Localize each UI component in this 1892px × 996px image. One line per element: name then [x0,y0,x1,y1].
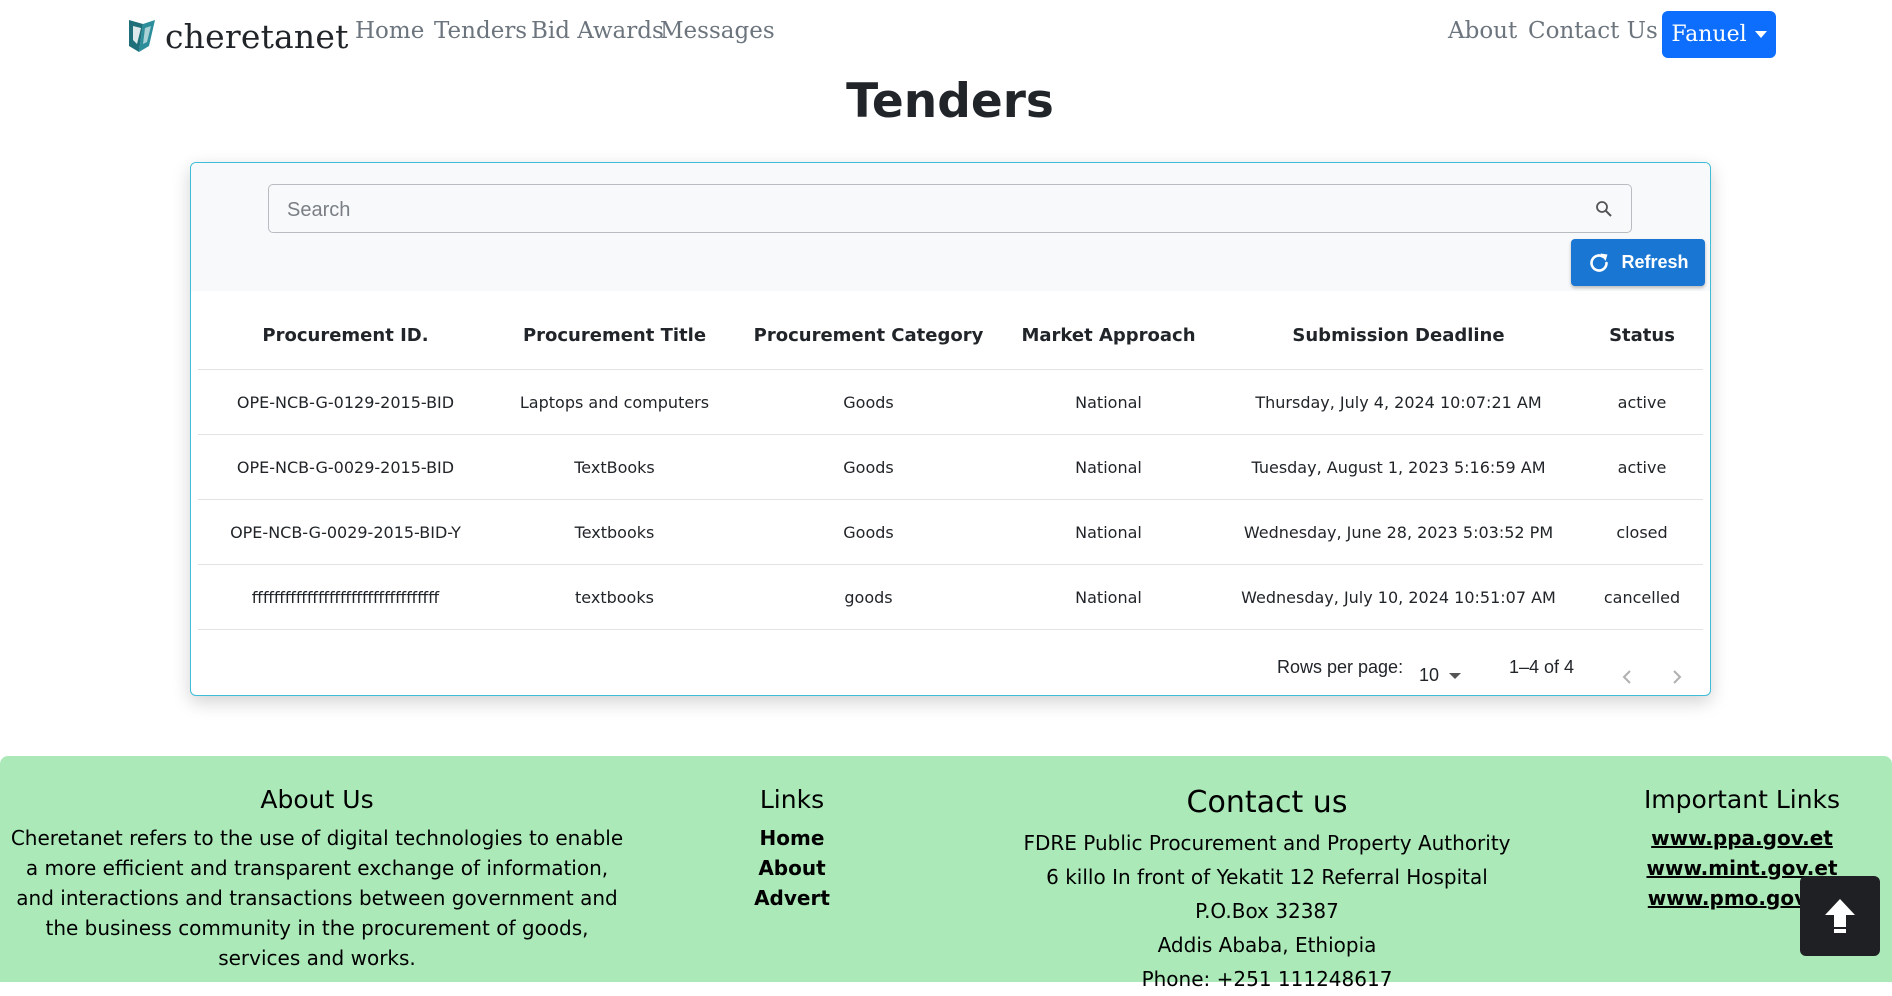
cell-procurement-id: ffffffffffffffffffffffffffffffffff [251,587,440,607]
cell-procurement-title: TextBooks [574,457,655,477]
column-header-procurement-id[interactable]: Procurement ID. [198,301,493,369]
cell-market-approach: National [1075,457,1142,477]
user-dropdown-button[interactable]: Fanuel [1662,11,1776,58]
nav-home[interactable]: Home [355,18,424,44]
cell-submission-deadline: Tuesday, August 1, 2023 5:16:59 AM [1251,457,1546,477]
nav-contact-us[interactable]: Contact Us [1528,18,1658,44]
search-input[interactable] [285,195,1569,225]
refresh-icon [1590,253,1609,272]
footer-important-links-title: Important Links [1643,785,1841,814]
column-header-status[interactable]: Status [1581,301,1703,369]
cell-procurement-title: Laptops and computers [519,392,710,412]
footer-contact-title: Contact us [1186,785,1348,820]
footer: About Us Cheretanet refers to the use of… [0,756,1892,991]
brand-name: cheretanet [165,17,349,56]
table-row[interactable]: OPE-NCB-G-0029-2015-BID TextBooks Goods … [198,435,1703,500]
pagination-range: 1–4 of 4 [1509,657,1575,677]
scroll-to-top-button[interactable] [1800,876,1880,956]
tenders-table: Procurement ID. Procurement Title Procur… [198,301,1703,630]
cell-procurement-id: OPE-NCB-G-0129-2015-BID [236,392,455,412]
cell-procurement-category: Goods [843,392,894,412]
cell-procurement-id: OPE-NCB-G-0029-2015-BID [236,457,455,477]
footer-links-title: Links [759,785,825,814]
contact-po-box: P.O.Box 32387 [1195,899,1339,923]
cell-submission-deadline: Wednesday, June 28, 2023 5:03:52 PM [1243,522,1554,542]
refresh-button[interactable]: Refresh [1571,239,1705,286]
footer-about-title: About Us [260,785,374,814]
cell-procurement-title: textbooks [575,587,654,607]
contact-city: Addis Ababa, Ethiopia [1157,933,1377,957]
contact-phone: Phone: +251 111248617 [1141,967,1393,991]
table-row[interactable]: OPE-NCB-G-0029-2015-BID-Y Textbooks Good… [198,500,1703,565]
caret-down-icon [1754,31,1767,38]
rows-per-page-label: Rows per page: [1277,657,1404,677]
footer-links-section: Links Home About Advert [692,756,892,913]
cell-procurement-id: OPE-NCB-G-0029-2015-BID-Y [230,522,461,542]
refresh-label: Refresh [1621,252,1689,272]
column-header-procurement-title[interactable]: Procurement Title [493,301,736,369]
brand-logo-link[interactable]: cheretanet [127,17,349,56]
user-name: Fanuel [1671,22,1747,47]
table-pagination: Rows per page: 10 1–4 of 4 [191,657,1710,695]
cell-submission-deadline: Wednesday, July 10, 2024 10:51:07 AM [1241,587,1556,607]
nav-tenders[interactable]: Tenders [434,18,527,44]
table-row[interactable]: ffffffffffffffffffffffffffffffffff textb… [198,565,1703,630]
search-box[interactable] [268,184,1632,233]
cell-status: active [1617,392,1667,412]
cell-procurement-category: Goods [843,522,894,542]
card-toolbar: Refresh [191,163,1710,291]
table-row[interactable]: OPE-NCB-G-0129-2015-BID Laptops and comp… [198,370,1703,435]
cell-status: closed [1616,522,1668,542]
cell-submission-deadline: Thursday, July 4, 2024 10:07:21 AM [1255,392,1542,412]
cell-procurement-title: Textbooks [574,522,655,542]
cell-market-approach: National [1075,522,1142,542]
cheretanet-logo-icon [129,19,155,52]
search-icon[interactable] [1595,200,1613,218]
column-header-submission-deadline[interactable]: Submission Deadline [1216,301,1581,369]
arrow-up-icon [1825,899,1855,933]
footer-link-about[interactable]: About [692,853,892,883]
column-header-procurement-category[interactable]: Procurement Category [736,301,1001,369]
rows-per-page-select[interactable]: 10 [1419,665,1462,686]
cell-procurement-category: goods [844,587,893,607]
footer-link-home[interactable]: Home [692,823,892,853]
column-header-market-approach[interactable]: Market Approach [1001,301,1216,369]
caret-down-icon [1449,672,1462,679]
cell-procurement-category: Goods [843,457,894,477]
nav-messages[interactable]: Messages [660,18,775,44]
cell-status: active [1617,457,1667,477]
chevron-left-icon [1622,670,1631,684]
tenders-card: Refresh Procurement ID. Procurement Titl… [190,162,1711,696]
rows-per-page-value: 10 [1419,665,1440,685]
next-page-button[interactable] [1662,662,1692,692]
previous-page-button[interactable] [1612,662,1642,692]
table-header-row: Procurement ID. Procurement Title Procur… [198,301,1703,370]
cell-status: cancelled [1603,587,1681,607]
important-link-ppa[interactable]: www.ppa.gov.et [1600,823,1884,853]
footer-link-advert[interactable]: Advert [692,883,892,913]
footer-about-section: About Us Cheretanet refers to the use of… [8,756,626,973]
footer-about-text: Cheretanet refers to the use of digital … [10,826,624,970]
cell-market-approach: National [1075,587,1142,607]
chevron-right-icon [1673,670,1682,684]
footer-contact-section: Contact us FDRE Public Procurement and P… [1000,756,1534,996]
navbar: cheretanet Home Tenders Bid Awards Messa… [0,0,1892,70]
cell-market-approach: National [1075,392,1142,412]
contact-address: 6 killo In front of Yekatit 12 Referral … [1046,865,1488,889]
nav-bid-awards[interactable]: Bid Awards [531,18,664,44]
page-title: Tenders [846,74,1054,129]
nav-about[interactable]: About [1448,18,1517,44]
contact-organization: FDRE Public Procurement and Property Aut… [1023,831,1511,855]
